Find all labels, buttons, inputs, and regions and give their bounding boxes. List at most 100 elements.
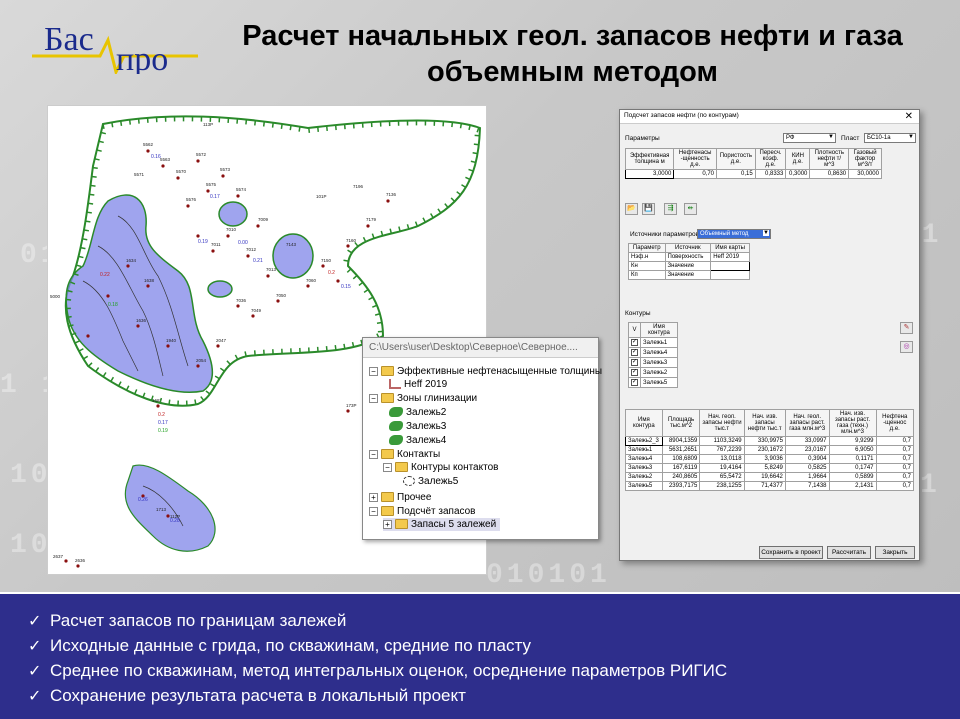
close-button[interactable]: Закрыть bbox=[875, 546, 915, 559]
sources-table: Параметр Источник Имя карты Нэф.н Поверхнос… bbox=[628, 243, 750, 280]
bg-digits: 10 bbox=[10, 530, 52, 561]
svg-text:0.19: 0.19 bbox=[198, 239, 208, 245]
tree-window-title: C:\Users\user\Desktop\Северное\Северное.… bbox=[363, 338, 598, 358]
boundary-tick bbox=[280, 123, 283, 129]
boundary-tick bbox=[354, 241, 359, 247]
tree-item-deposit-5[interactable]: Залежь5 bbox=[403, 475, 458, 488]
export-icon[interactable]: ⇶ bbox=[664, 203, 677, 215]
tree-item-contact-contours[interactable]: − Контуры контактов bbox=[383, 461, 498, 474]
bullet-item: ✓ Сохранение результата расчета в локальн… bbox=[28, 683, 960, 708]
map-name-cell[interactable] bbox=[710, 261, 750, 271]
svg-text:0.00: 0.00 bbox=[238, 240, 248, 246]
table-row[interactable]: Залежь1 5631,2651 767,2239 230,1672 23,0167 6… bbox=[625, 445, 914, 455]
contours-label: Контуры bbox=[625, 310, 651, 317]
import-icon[interactable]: ⇷ bbox=[684, 203, 697, 215]
tree-item-deposit-4[interactable]: Залежь4 bbox=[389, 434, 446, 447]
contour-checkbox[interactable]: ✓ bbox=[631, 339, 638, 346]
params-select[interactable]: РФ ▼ bbox=[783, 133, 836, 143]
contours-map-icon[interactable]: ◎ bbox=[900, 341, 913, 353]
table-row[interactable]: Залежь2 240,8605 65,5472 19,6642 1,9664 0,589… bbox=[625, 472, 914, 482]
param-cell[interactable]: 3,0000 bbox=[624, 169, 675, 179]
boundary-tick bbox=[347, 249, 353, 254]
save-to-project-button[interactable]: Сохранить в проект bbox=[759, 546, 823, 559]
collapse-icon[interactable]: − bbox=[369, 366, 378, 376]
tree-item-contacts[interactable]: − Контакты bbox=[369, 448, 440, 461]
boundary-tick bbox=[119, 120, 123, 126]
param-cell[interactable]: 0,70 bbox=[673, 169, 718, 179]
table-row[interactable]: Залежь3 167,6119 19,4164 5,8249 0,5825 0,1747… bbox=[625, 463, 914, 473]
boundary-tick bbox=[219, 367, 225, 372]
tree-item-reserves-calc[interactable]: − Подсчёт запасов bbox=[369, 505, 476, 518]
map-name-cell[interactable] bbox=[710, 270, 750, 280]
param-cell[interactable]: 0,3000 bbox=[785, 169, 811, 179]
calculate-button[interactable]: Рассчитать bbox=[827, 546, 871, 559]
bullet-item: ✓ Исходные данные с грида, по скважинам, … bbox=[28, 633, 960, 658]
svg-text:1638: 1638 bbox=[144, 278, 155, 283]
param-cell[interactable]: 0,15 bbox=[716, 169, 756, 179]
expand-icon[interactable]: + bbox=[369, 492, 378, 502]
close-icon[interactable]: ✕ bbox=[905, 111, 913, 122]
boundary-tick bbox=[444, 203, 449, 209]
tree-item-other[interactable]: + Прочее bbox=[369, 491, 431, 504]
svg-text:1634: 1634 bbox=[126, 258, 137, 263]
tree-item-clay-zones[interactable]: − Зоны глинизации bbox=[369, 392, 477, 405]
project-tree-window[interactable]: C:\Users\user\Desktop\Северное\Северное.… bbox=[362, 337, 602, 540]
tree-item-deposit-2[interactable]: Залежь2 bbox=[389, 406, 446, 419]
pick-contour-icon[interactable]: ✎ bbox=[900, 322, 913, 334]
boundary-tick bbox=[194, 399, 197, 405]
page-title: Расчет начальных геол. запасов нефти и г… bbox=[200, 18, 945, 90]
boundary-tick bbox=[461, 184, 467, 189]
table-row[interactable]: Залежь5 2393,7175 238,1255 71,4377 7,1438 2,1… bbox=[625, 481, 914, 491]
plast-select[interactable]: БС10-1а ▼ bbox=[864, 133, 916, 143]
map-name-cell[interactable]: Heff 2019 bbox=[710, 252, 750, 262]
param-cell[interactable]: 0,8333 bbox=[754, 169, 787, 179]
svg-text:7010: 7010 bbox=[226, 227, 237, 232]
boundary-tick bbox=[125, 385, 130, 391]
boundary-tick bbox=[80, 246, 86, 250]
bg-digits: 10 bbox=[10, 460, 52, 491]
reserves-dialog[interactable]: Подсчет запасов нефти (по контурам) ✕ Па… bbox=[619, 109, 920, 561]
contour-checkbox[interactable]: ✓ bbox=[631, 349, 638, 356]
polygon-icon bbox=[389, 435, 403, 446]
boundary-tick bbox=[142, 392, 146, 398]
contour-checkbox[interactable]: ✓ bbox=[631, 359, 638, 366]
svg-text:про: про bbox=[116, 41, 168, 74]
svg-text:0.19: 0.19 bbox=[158, 428, 168, 434]
tree-item-heff-2019[interactable]: Heff 2019 bbox=[389, 378, 447, 391]
collapse-icon[interactable]: − bbox=[369, 449, 378, 459]
boundary-tick bbox=[289, 125, 292, 131]
dialog-titlebar: Подсчет запасов нефти (по контурам) bbox=[620, 110, 919, 124]
svg-text:7050: 7050 bbox=[276, 293, 287, 298]
svg-text:0.2: 0.2 bbox=[328, 270, 335, 276]
boundary-tick bbox=[363, 288, 369, 293]
table-row[interactable]: Залежь4 108,6809 13,0118 3,9036 0,3904 0,1171… bbox=[625, 454, 914, 464]
boundary-tick bbox=[451, 122, 454, 128]
boundary-tick bbox=[78, 348, 84, 352]
save-icon[interactable]: 💾 bbox=[642, 203, 655, 215]
boundary-tick bbox=[111, 122, 114, 128]
contour-checkbox[interactable]: ✓ bbox=[631, 379, 638, 386]
results-table: Имя контура Площадь тыс.м^2 Нач. геол. зап… bbox=[625, 409, 914, 491]
contour-checkbox[interactable]: ✓ bbox=[631, 369, 638, 376]
param-cell[interactable]: 0,8630 bbox=[809, 169, 850, 179]
checkmark-icon: ✓ bbox=[28, 638, 42, 655]
tree-item-deposit-3[interactable]: Залежь3 bbox=[389, 420, 446, 433]
collapse-icon[interactable]: − bbox=[369, 506, 378, 516]
open-icon[interactable]: 📂 bbox=[625, 203, 638, 215]
tree-item-reserves-5[interactable]: + Запасы 5 залежей bbox=[383, 518, 501, 531]
collapse-icon[interactable]: − bbox=[369, 393, 378, 403]
svg-text:7179: 7179 bbox=[366, 217, 377, 222]
param-cell[interactable]: 30,0000 bbox=[848, 169, 882, 179]
svg-text:0.26: 0.26 bbox=[138, 497, 148, 503]
source-select[interactable]: Объемный метод ▼ bbox=[697, 229, 771, 239]
collapse-icon[interactable]: − bbox=[383, 462, 392, 472]
table-row[interactable]: Залежь2_3 8904,1359 1103,3249 330,9975 33,09… bbox=[625, 436, 914, 446]
expand-icon[interactable]: + bbox=[383, 519, 392, 529]
tree-item-heff-folder[interactable]: − Эффективные нефтенасыщенные толщины bbox=[369, 365, 602, 378]
boundary-tick bbox=[102, 372, 107, 378]
folder-icon bbox=[381, 492, 394, 503]
svg-text:0.17: 0.17 bbox=[158, 420, 168, 426]
svg-text:7012: 7012 bbox=[246, 247, 257, 252]
boundary-tick bbox=[205, 390, 211, 395]
boundary-tick bbox=[82, 238, 88, 241]
